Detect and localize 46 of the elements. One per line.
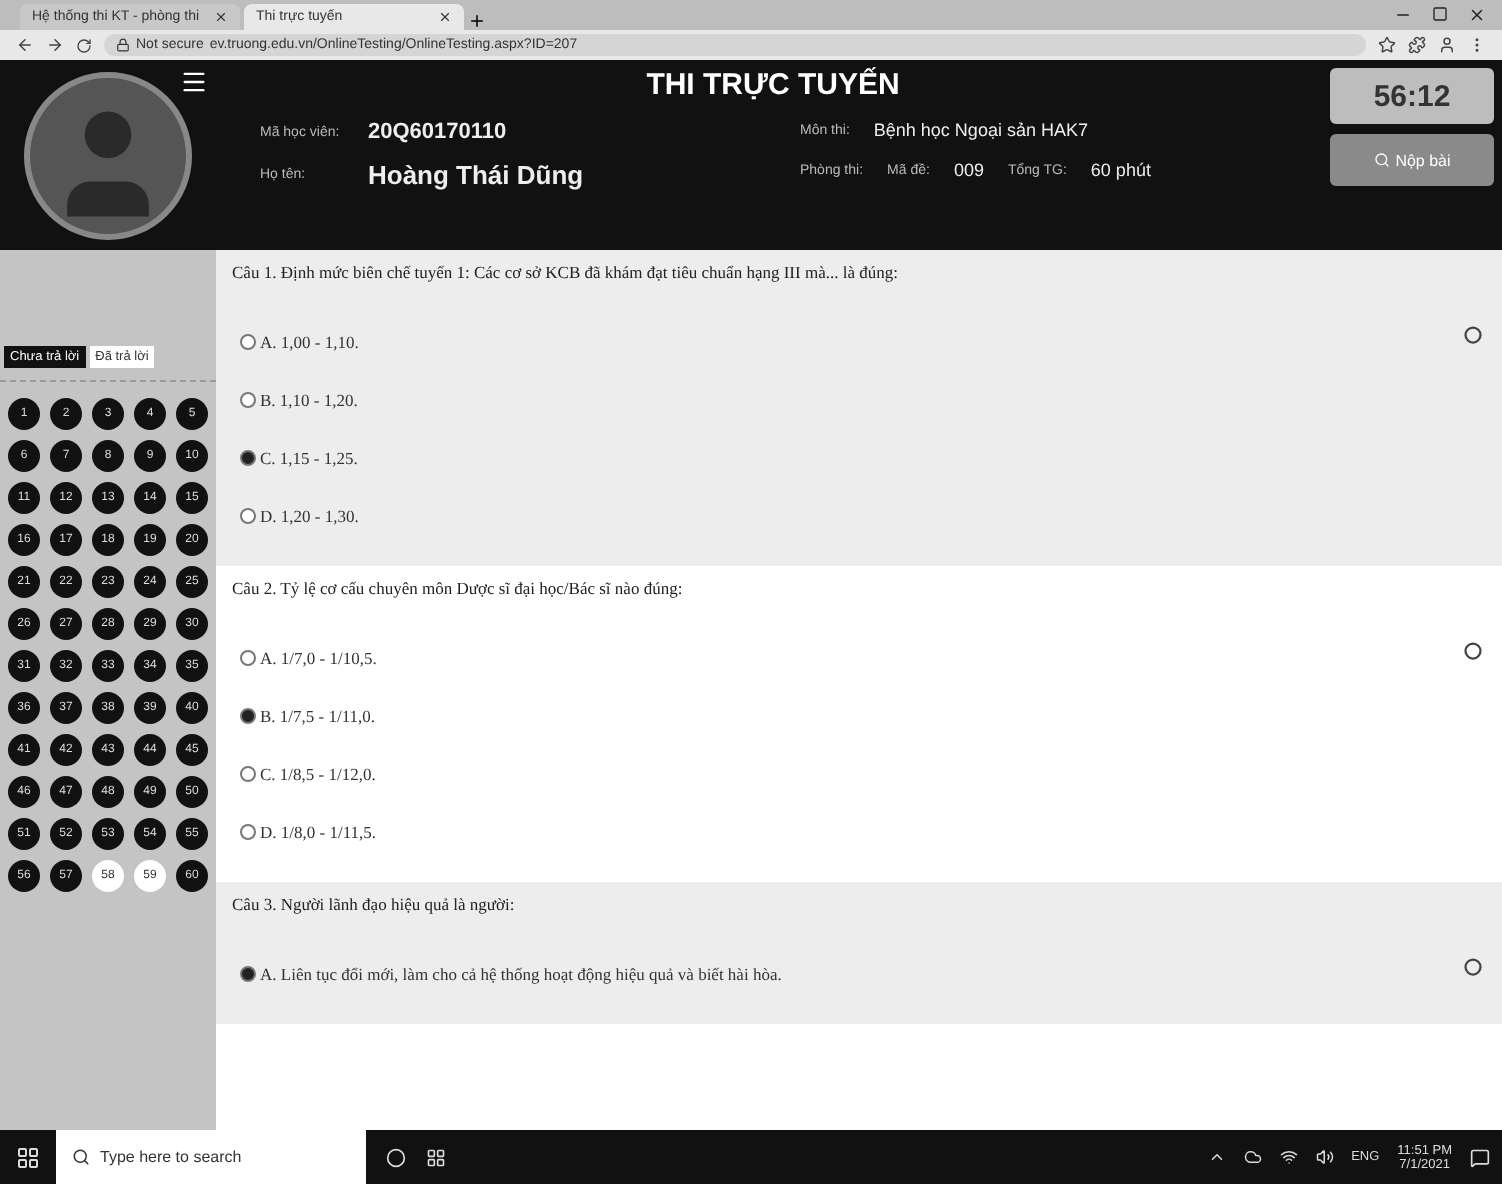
maximize-icon[interactable] — [1432, 6, 1448, 22]
reload-icon[interactable] — [76, 37, 92, 53]
answer-option[interactable]: D. 1/8,0 - 1/11,5. — [240, 816, 1482, 848]
taskbar-search-field[interactable]: Type here to search — [56, 1130, 366, 1184]
extensions-icon[interactable] — [1408, 36, 1426, 54]
profile-icon[interactable] — [1438, 36, 1456, 54]
close-icon[interactable] — [1468, 6, 1486, 24]
answer-option[interactable]: C. 1,15 - 1,25. — [240, 442, 1482, 474]
cloud-icon[interactable] — [1243, 1148, 1262, 1166]
field-value: 009 — [953, 160, 984, 180]
question-text: Câu 1. Định mức biên chế tuyến 1: Các cơ sở KCB đã khám đạt tiêu chuẩn hạng III mà... là đúng: — [232, 262, 900, 282]
question-text: Câu 2. Tỷ lệ cơ cấu chuyên môn Dược sĩ đại học/Bác sĩ nào đúng: — [232, 578, 685, 598]
answer-option[interactable]: B. 1/7,5 - 1/11,0. — [240, 700, 1482, 732]
page-title: THI TRỰC TUYẾN — [644, 65, 902, 106]
field-value: Hoàng Thái Dũng — [368, 160, 586, 190]
search-icon — [1373, 152, 1390, 168]
speaker-icon[interactable] — [1315, 1148, 1334, 1166]
ring-icon[interactable] — [1464, 642, 1482, 660]
back-icon[interactable] — [16, 36, 34, 54]
windows-start-icon[interactable] — [16, 1145, 40, 1169]
task-view-icon[interactable] — [426, 1147, 446, 1167]
notifications-icon[interactable] — [1470, 1147, 1490, 1167]
question-text: Câu 3. Người lãnh đạo hiệu quả là người: — [232, 894, 517, 914]
search-icon — [72, 1148, 90, 1166]
new-tab-icon[interactable] — [468, 12, 486, 30]
ring-icon[interactable] — [1464, 958, 1482, 976]
countdown-timer: 56:12 — [1330, 68, 1494, 124]
wifi-icon[interactable] — [1279, 1148, 1298, 1166]
close-icon[interactable] — [438, 10, 452, 24]
answer-option[interactable]: D. 1,20 - 1,30. — [240, 500, 1482, 532]
field-value: 20Q60170110 — [368, 120, 509, 144]
menu-icon[interactable] — [180, 68, 208, 96]
answer-option[interactable]: A. 1/7,0 - 1/10,5. — [240, 642, 1482, 674]
field-value: 60 phút — [1090, 160, 1151, 180]
forward-icon[interactable] — [46, 36, 64, 54]
chevron-up-icon[interactable] — [1207, 1148, 1226, 1166]
field-value: Bệnh học Ngoại sản HAK7 — [873, 120, 1088, 140]
close-icon[interactable] — [214, 10, 228, 24]
ring-icon[interactable] — [1464, 326, 1482, 344]
search-placeholder: Type here to search — [100, 1148, 242, 1166]
bookmark-star-icon[interactable] — [1378, 36, 1396, 54]
cortana-icon[interactable] — [386, 1147, 406, 1167]
answer-option[interactable]: A. Liên tục đổi mới, làm cho cả hệ thống hoạt động hiệu quả và biết hài hòa. — [240, 958, 1482, 990]
answer-option[interactable]: C. 1/8,5 - 1/12,0. — [240, 758, 1482, 790]
answer-option[interactable]: B. 1,10 - 1,20. — [240, 384, 1482, 416]
answer-option[interactable]: A. 1,00 - 1,10. — [240, 326, 1482, 358]
